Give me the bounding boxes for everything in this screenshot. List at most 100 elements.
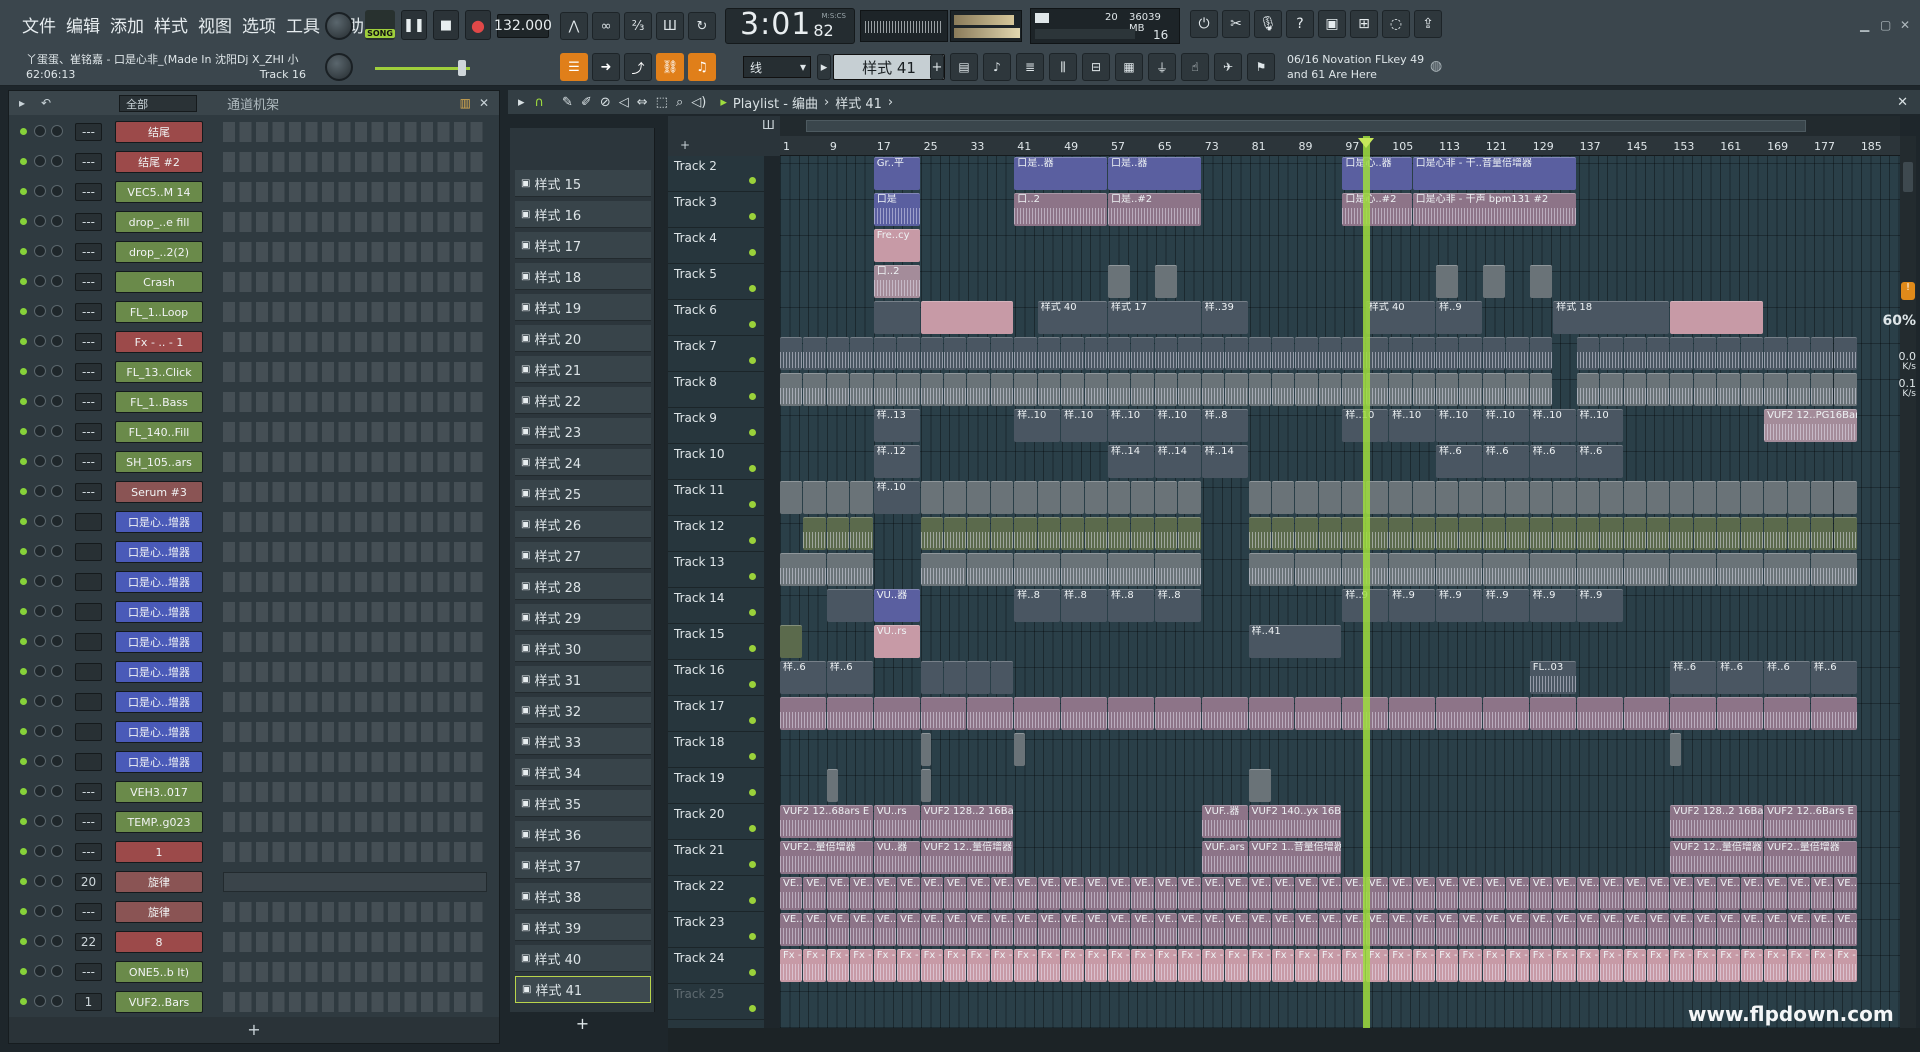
menu-tools[interactable]: 工具: [286, 12, 320, 37]
playlist-clip[interactable]: [1810, 337, 1834, 370]
playlist-clip[interactable]: 样..14: [1154, 445, 1201, 478]
playlist-clip[interactable]: [990, 661, 1014, 694]
playlist-clip[interactable]: Gr..平: [873, 157, 920, 190]
playlist-clip[interactable]: [780, 697, 826, 730]
track-led-icon[interactable]: [749, 789, 756, 796]
playlist-clip[interactable]: [1459, 481, 1482, 514]
track-header[interactable]: Track 12: [668, 516, 764, 552]
magnet-icon[interactable]: ∩: [535, 95, 545, 110]
playlist-clip[interactable]: 样..8: [1014, 589, 1061, 622]
undo-history-button[interactable]: ⏻: [1190, 10, 1218, 38]
volume-knob-icon[interactable]: [51, 185, 63, 197]
pattern-item[interactable]: ▣ 样式 33: [515, 728, 651, 755]
playlist-clip[interactable]: VE..#2: [1693, 913, 1717, 946]
track-header[interactable]: Track 17: [668, 696, 764, 732]
playlist-clip[interactable]: [1342, 337, 1365, 370]
playlist-clip[interactable]: [873, 337, 897, 370]
mixer-track-field[interactable]: ---: [75, 303, 102, 321]
pattern-item[interactable]: ▣ 样式 24: [515, 449, 651, 476]
pan-knob-icon[interactable]: [34, 935, 46, 947]
playlist-clip[interactable]: [920, 517, 943, 550]
playlist-clip[interactable]: [1295, 337, 1318, 370]
playlist-clip[interactable]: [1834, 481, 1857, 514]
playlist-clip[interactable]: [826, 697, 873, 730]
step-sequencer[interactable]: [223, 872, 487, 892]
pan-knob-icon[interactable]: [34, 395, 46, 407]
playlist-clip[interactable]: [1295, 373, 1318, 406]
mixer-track-field[interactable]: ---: [75, 243, 102, 261]
playlist-clip[interactable]: [1318, 517, 1342, 550]
track-header[interactable]: Track 13: [668, 552, 764, 588]
mixer-track-field[interactable]: [75, 723, 102, 741]
playlist-clip[interactable]: [1576, 553, 1623, 586]
playlist-clip[interactable]: [967, 517, 990, 550]
channel-led-icon[interactable]: [20, 548, 27, 555]
pan-knob-icon[interactable]: [34, 605, 46, 617]
channel-row[interactable]: --- ONE5..b It): [9, 957, 499, 987]
channel-row[interactable]: 1 VUF2..Bars: [9, 987, 499, 1017]
playlist-clip[interactable]: VE..#2: [1506, 913, 1529, 946]
step-sequencer[interactable]: [223, 602, 487, 622]
playlist-clip[interactable]: [1646, 481, 1670, 514]
playlist-clip[interactable]: [1600, 373, 1623, 406]
playlist-clip[interactable]: [1131, 337, 1154, 370]
playlist-clip[interactable]: VE..#2: [1295, 913, 1318, 946]
volume-knob-icon[interactable]: [51, 905, 63, 917]
playlist-clip[interactable]: [1131, 481, 1154, 514]
playlist-clip[interactable]: Fx - ..1: [803, 949, 826, 982]
playlist-clip[interactable]: [1693, 481, 1717, 514]
master-volume-slider[interactable]: [375, 67, 470, 70]
playlist-clip[interactable]: [1623, 337, 1646, 370]
pan-knob-icon[interactable]: [34, 755, 46, 767]
playlist-clip[interactable]: 样..10: [1529, 409, 1576, 442]
playlist-clip[interactable]: [1646, 373, 1670, 406]
playlist-clip[interactable]: [1154, 265, 1178, 298]
playlist-clip[interactable]: [826, 589, 873, 622]
playlist-clip[interactable]: [1764, 553, 1810, 586]
channel-row[interactable]: 口是心..增器: [9, 687, 499, 717]
playlist-clip[interactable]: 样..9: [1529, 589, 1576, 622]
channel-led-icon[interactable]: [20, 428, 27, 435]
playlist-clip[interactable]: [1834, 517, 1857, 550]
step-sequencer[interactable]: [223, 572, 487, 592]
channel-row[interactable]: --- 1: [9, 837, 499, 867]
playlist-clip[interactable]: 样式 40: [1037, 301, 1108, 334]
playlist-clip[interactable]: VE..#2: [1154, 913, 1178, 946]
channel-row[interactable]: 口是心..增器: [9, 717, 499, 747]
playlist-clip[interactable]: VE..99: [1225, 877, 1248, 910]
save-button[interactable]: ▣: [1318, 10, 1346, 38]
channel-led-icon[interactable]: [20, 908, 27, 915]
playlist-clip[interactable]: [1014, 553, 1061, 586]
pan-knob-icon[interactable]: [34, 575, 46, 587]
mixer-track-field[interactable]: ---: [75, 903, 102, 921]
playlist-clip[interactable]: VE..#2: [1553, 913, 1576, 946]
playlist-clip[interactable]: [1412, 517, 1436, 550]
step-sequencer[interactable]: [223, 722, 487, 742]
channel-led-icon[interactable]: [20, 368, 27, 375]
playlist-clip[interactable]: Fx - ..1: [1834, 949, 1857, 982]
playlist-clip[interactable]: 口是: [873, 193, 920, 226]
playlist-clip[interactable]: VE..99: [1623, 877, 1646, 910]
playlist-clip[interactable]: VE..99: [1646, 877, 1670, 910]
playlist-clip[interactable]: 样..10: [1576, 409, 1623, 442]
playlist-clip[interactable]: VE..99: [990, 877, 1014, 910]
playlist-clip[interactable]: [967, 697, 1014, 730]
playlist-clip[interactable]: [1529, 481, 1553, 514]
mixer-track-field[interactable]: ---: [75, 273, 102, 291]
playlist-clip[interactable]: VE..#2: [1600, 913, 1623, 946]
playlist-clip[interactable]: [873, 697, 920, 730]
channel-led-icon[interactable]: [20, 458, 27, 465]
graph-icon[interactable]: ▥: [460, 96, 471, 110]
channel-name-button[interactable]: VUF2..Bars: [115, 991, 203, 1013]
playlist-clip[interactable]: [1154, 517, 1178, 550]
step-sequencer[interactable]: [223, 842, 487, 862]
playlist-clip[interactable]: VE..99: [1600, 877, 1623, 910]
playlist-clip[interactable]: VUF2 128..2 16Ba: [1670, 805, 1764, 838]
playlist-clip[interactable]: [1436, 697, 1482, 730]
track-header[interactable]: Track 11: [668, 480, 764, 516]
playlist-clip[interactable]: [1436, 337, 1459, 370]
playlist-clip[interactable]: [803, 517, 826, 550]
channel-row[interactable]: 口是心..增器: [9, 747, 499, 777]
playlist-clip[interactable]: VUF2 12..68ars E: [780, 805, 873, 838]
volume-knob-icon[interactable]: [51, 755, 63, 767]
